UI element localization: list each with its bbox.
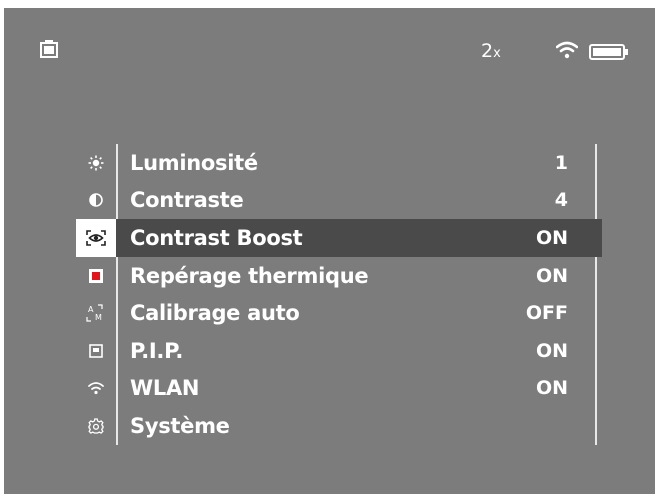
menu-item-label: Contraste	[130, 188, 244, 213]
brightness-icon	[76, 144, 116, 182]
gear-icon	[76, 407, 116, 445]
pip-window-icon	[76, 332, 116, 370]
contrast-icon	[76, 182, 116, 220]
menu-item-value: OFF	[525, 302, 568, 325]
menu-item-value: 1	[554, 151, 568, 174]
zoom-indicator: 2x	[481, 41, 501, 64]
menu-item-contrast-boost[interactable]: Contrast Boost ON	[76, 219, 602, 257]
menu-item-label: Repérage thermique	[130, 263, 369, 288]
status-bar: 2x	[4, 8, 655, 61]
contrast-boost-eye-icon	[76, 219, 116, 257]
menu-item-systeme[interactable]: Système	[76, 407, 602, 445]
battery-icon	[589, 44, 628, 60]
menu-item-calibrage-auto[interactable]: A M Calibrage auto OFF	[76, 294, 602, 332]
thermal-tracking-square-icon	[76, 257, 116, 295]
menu-item-label: P.I.P.	[130, 338, 184, 363]
wifi-status-icon	[556, 41, 578, 59]
menu-item-label: Système	[130, 413, 230, 438]
menu-item-value: 4	[554, 189, 568, 212]
menu-item-value: ON	[535, 264, 568, 287]
menu-item-label: Contrast Boost	[130, 225, 303, 250]
menu-item-pip[interactable]: P.I.P. ON	[76, 332, 602, 370]
menu-item-value: ON	[535, 339, 568, 362]
settings-menu: Luminosité 1 Contraste 4 Contrast Boost …	[76, 144, 602, 445]
menu-item-label: Luminosité	[130, 150, 258, 175]
device-screen: 2x Luminosité 1 Contraste 4 Contrast Boo…	[4, 8, 655, 494]
wifi-icon	[76, 370, 116, 408]
photo-mode-icon	[40, 40, 58, 58]
zoom-number: 2	[481, 40, 494, 62]
svg-text:M: M	[95, 313, 102, 322]
menu-item-wlan[interactable]: WLAN ON	[76, 370, 602, 408]
menu-item-value: ON	[535, 226, 568, 249]
svg-text:A: A	[88, 305, 94, 314]
zoom-suffix: x	[493, 46, 501, 61]
auto-calibration-am-icon: A M	[76, 294, 116, 332]
menu-item-value: ON	[535, 377, 568, 400]
menu-item-reperage-thermique[interactable]: Repérage thermique ON	[76, 257, 602, 295]
menu-item-luminosite[interactable]: Luminosité 1	[76, 144, 602, 182]
menu-item-label: Calibrage auto	[130, 301, 300, 326]
menu-item-contraste[interactable]: Contraste 4	[76, 182, 602, 220]
menu-item-label: WLAN	[130, 376, 200, 401]
